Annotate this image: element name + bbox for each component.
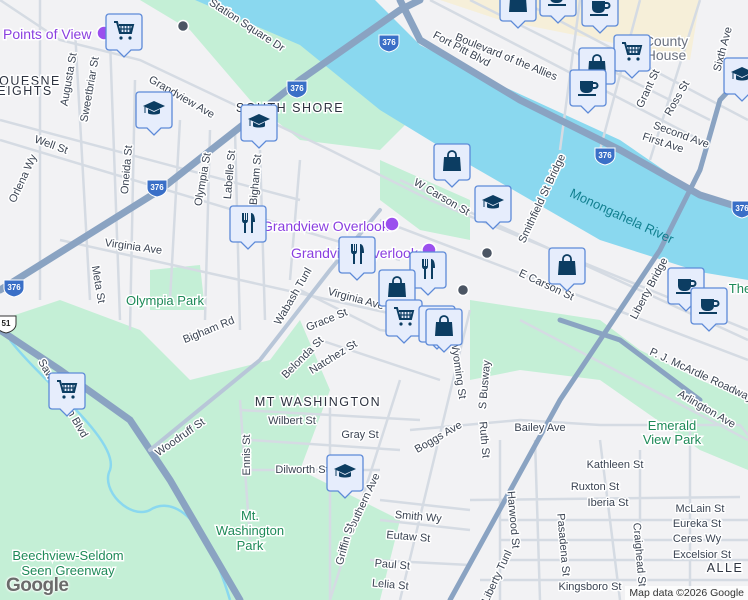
route-shield-icon: 376 bbox=[378, 34, 400, 53]
map-svg[interactable]: 37637637637637637651 Station Square DrGr… bbox=[0, 0, 748, 600]
park-label: Park bbox=[237, 538, 264, 553]
street-label: Bailey Ave bbox=[514, 422, 565, 434]
route-shield-icon: 376 bbox=[3, 279, 25, 298]
street-label: Dilworth St bbox=[275, 464, 328, 476]
park-label: Emerald bbox=[648, 418, 696, 433]
map-marker-coffee[interactable] bbox=[690, 287, 728, 332]
map-marker-graduation-cap[interactable] bbox=[723, 57, 748, 102]
park-label: Mt. bbox=[241, 508, 259, 523]
street-label: Gray St bbox=[341, 429, 378, 441]
route-shield-icon: 376 bbox=[146, 179, 168, 198]
route-number: 376 bbox=[598, 151, 612, 160]
street-label: Excelsior St bbox=[673, 549, 731, 561]
street-label: Kingsboro St bbox=[559, 581, 622, 593]
park-label: Washington bbox=[216, 523, 284, 538]
transit-stop-icon[interactable] bbox=[456, 283, 470, 297]
map-marker-graduation-cap[interactable] bbox=[135, 91, 173, 136]
neighborhood-label: EIGHTS bbox=[0, 84, 53, 98]
route-number: 376 bbox=[7, 283, 21, 292]
route-shield-icon: 376 bbox=[594, 147, 616, 166]
street-label: Liberty Tunl bbox=[480, 548, 515, 600]
map-marker-shopping-bag[interactable] bbox=[433, 143, 471, 188]
street-label: Wilbert St bbox=[268, 415, 316, 427]
map-marker-graduation-cap[interactable] bbox=[240, 104, 278, 149]
street-label: Ceres Wy bbox=[673, 533, 722, 545]
landmark-label: House bbox=[646, 47, 687, 63]
street-label: Ruth St bbox=[476, 421, 491, 459]
route-number: 51 bbox=[2, 319, 11, 328]
street-label: McLain St bbox=[676, 503, 725, 515]
transit-stop-icon[interactable] bbox=[480, 246, 494, 260]
map-attribution[interactable]: Map data ©2026 Google bbox=[625, 586, 748, 600]
route-number: 376 bbox=[290, 84, 304, 93]
map-marker-shopping-cart[interactable] bbox=[105, 13, 143, 58]
street-label: Virginia Ave bbox=[104, 237, 163, 257]
poi-label: Grandview Overlook bbox=[262, 218, 390, 234]
map-marker-restaurant[interactable] bbox=[338, 236, 376, 281]
route-shield-icon: 376 bbox=[286, 80, 308, 99]
street-label: Orlena Wy bbox=[7, 152, 40, 205]
street-label: Craighead St bbox=[630, 522, 648, 587]
park-label: Olympia Park bbox=[126, 293, 205, 308]
map-marker-restaurant[interactable] bbox=[229, 205, 267, 250]
park-label: View Park bbox=[643, 432, 702, 447]
street-label: Bigham Rd bbox=[181, 314, 236, 346]
neighborhood-label: MT WASHINGTON bbox=[255, 395, 381, 409]
route-number: 376 bbox=[150, 183, 164, 192]
map-marker-graduation-cap[interactable] bbox=[474, 185, 512, 230]
street-label: Sweetbriar St bbox=[78, 56, 101, 123]
street-label: Ennis St bbox=[241, 435, 253, 476]
shopping-bag-icon bbox=[508, 0, 528, 13]
map-marker-shopping-bag[interactable] bbox=[548, 247, 586, 292]
street-label: Pasadena St bbox=[554, 513, 571, 577]
street-label: Ruxton St bbox=[571, 481, 619, 493]
transit-stop-icon[interactable] bbox=[176, 19, 190, 33]
park-label: The bbox=[729, 281, 748, 296]
route-number: 376 bbox=[735, 204, 748, 213]
map-marker-shopping-cart[interactable] bbox=[613, 34, 651, 79]
street-label: Kathleen St bbox=[587, 459, 644, 471]
map-canvas[interactable]: 376 376 376 376 376 376 51 Station Square Dr Gr… bbox=[0, 0, 748, 600]
map-marker-shopping-bag[interactable] bbox=[425, 308, 463, 353]
map-marker-shopping-cart[interactable] bbox=[48, 372, 86, 417]
attraction-icon[interactable] bbox=[384, 216, 400, 232]
google-logo: Google bbox=[6, 575, 69, 596]
route-number: 376 bbox=[382, 38, 396, 47]
street-label: Iberia St bbox=[588, 497, 629, 509]
street-label: Grace St bbox=[305, 307, 350, 334]
map-marker-coffee[interactable] bbox=[569, 69, 607, 114]
map-marker-graduation-cap[interactable] bbox=[326, 454, 364, 499]
map-marker-shopping-cart[interactable] bbox=[385, 299, 423, 344]
poi-label: Points of View bbox=[3, 26, 92, 42]
street-label: Meta St bbox=[89, 265, 107, 304]
street-label: Boggs Ave bbox=[413, 419, 464, 456]
street-label: Augusta St bbox=[58, 52, 79, 107]
street-label: Eureka St bbox=[673, 518, 721, 530]
street-label: Grant St bbox=[634, 68, 662, 110]
neighborhood-label: ALLE bbox=[707, 561, 744, 575]
park-label: Beechview-Seldom bbox=[12, 548, 123, 563]
